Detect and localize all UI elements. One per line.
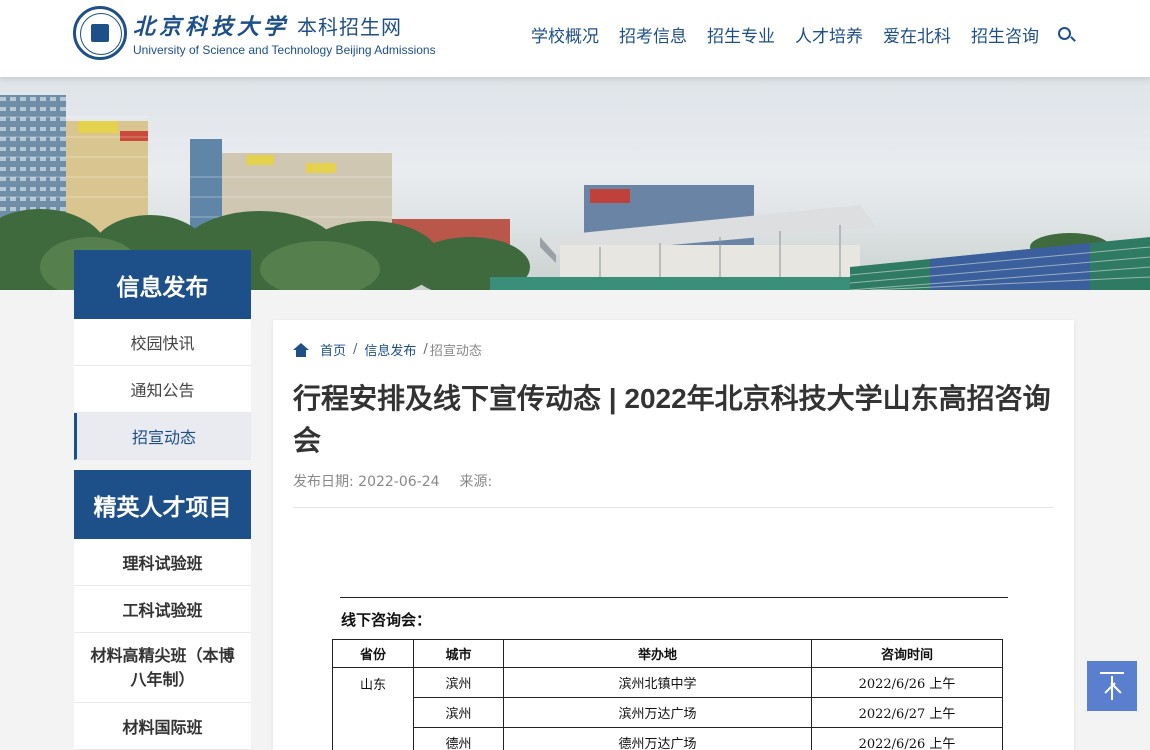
sidebar-item-notices[interactable]: 通知公告 bbox=[74, 366, 251, 413]
site-logo[interactable]: 北京科技大学 本科招生网 University of Science and T… bbox=[73, 6, 436, 60]
breadcrumb-separator: / bbox=[423, 342, 428, 357]
nav-item-campus-life[interactable]: 爱在北科 bbox=[883, 22, 951, 47]
sidebar-item-engineering-class[interactable]: 工科试验班 bbox=[74, 586, 251, 633]
breadcrumb-separator: / bbox=[353, 342, 358, 357]
table-row: 德州 德州万达广场 2022/6/26 上午 bbox=[333, 727, 1003, 750]
logo-text: 北京科技大学 本科招生网 University of Science and T… bbox=[133, 9, 436, 57]
cell-venue: 滨州北镇中学 bbox=[503, 667, 812, 698]
nav-item-about[interactable]: 学校概况 bbox=[531, 22, 599, 47]
column-header-province: 省份 bbox=[332, 639, 414, 668]
cell-time: 2022/6/26 上午 bbox=[811, 727, 1003, 750]
cell-time: 2022/6/26 上午 bbox=[811, 667, 1003, 698]
cell-venue: 德州万达广场 bbox=[503, 727, 812, 750]
university-seal-icon bbox=[73, 6, 127, 60]
article-card: 首页 / 信息发布 / 招宣动态 行程安排及线下宣传动态 | 2022年北京科技… bbox=[273, 320, 1074, 750]
back-to-top-button[interactable] bbox=[1087, 661, 1137, 711]
home-icon[interactable] bbox=[293, 342, 309, 357]
sidebar-item-recruitment-news[interactable]: 招宣动态 bbox=[74, 413, 251, 460]
table-header-row: 省份 城市 举办地 咨询时间 bbox=[332, 639, 1003, 668]
column-header-time: 咨询时间 bbox=[811, 639, 1003, 668]
nav-item-majors[interactable]: 招生专业 bbox=[707, 22, 775, 47]
document-rule bbox=[340, 597, 1008, 598]
logo-university-name: 北京科技大学 bbox=[133, 14, 290, 40]
nav-item-exam-info[interactable]: 招考信息 bbox=[619, 22, 687, 47]
sidebar-item-campus-news[interactable]: 校园快讯 bbox=[74, 319, 251, 366]
main-nav: 学校概况 招考信息 招生专业 人才培养 爱在北科 招生咨询 bbox=[531, 22, 1076, 47]
sidebar: 信息发布 校园快讯 通知公告 招宣动态 精英人才项目 理科试验班 工科试验班 材… bbox=[74, 250, 251, 750]
publish-date: 发布日期: 2022-06-24 bbox=[293, 474, 440, 490]
breadcrumb-section[interactable]: 信息发布 bbox=[364, 340, 416, 359]
nav-item-training[interactable]: 人才培养 bbox=[795, 22, 863, 47]
table-row: 山东 滨州 滨州北镇中学 2022/6/26 上午 bbox=[332, 667, 1003, 750]
sidebar-item-materials-elite-class[interactable]: 材料高精尖班（本博八年制） bbox=[74, 633, 251, 703]
divider bbox=[293, 507, 1054, 508]
cell-city: 滨州 bbox=[413, 697, 504, 728]
logo-site-name: 本科招生网 bbox=[297, 15, 403, 39]
sidebar-heading-news: 信息发布 bbox=[74, 250, 251, 319]
breadcrumb-current: 招宣动态 bbox=[429, 344, 482, 359]
site-header: 北京科技大学 本科招生网 University of Science and T… bbox=[0, 0, 1150, 77]
article-meta: 发布日期: 2022-06-24 来源: bbox=[293, 471, 492, 491]
breadcrumb: 首页 / 信息发布 / 招宣动态 bbox=[293, 340, 482, 359]
search-icon[interactable] bbox=[1057, 25, 1076, 45]
cell-city: 滨州 bbox=[413, 667, 504, 698]
article-source: 来源: bbox=[459, 474, 493, 490]
logo-english-name: University of Science and Technology Bei… bbox=[133, 43, 436, 57]
sidebar-item-materials-international-class[interactable]: 材料国际班 bbox=[74, 703, 251, 750]
table-row: 滨州 滨州万达广场 2022/6/27 上午 bbox=[333, 697, 1003, 728]
cell-city: 德州 bbox=[413, 727, 504, 750]
cell-venue: 滨州万达广场 bbox=[503, 697, 812, 728]
cell-time: 2022/6/27 上午 bbox=[811, 697, 1003, 728]
sidebar-item-science-class[interactable]: 理科试验班 bbox=[74, 539, 251, 586]
sidebar-heading-elite: 精英人才项目 bbox=[74, 470, 251, 539]
sidebar-section-elite: 精英人才项目 理科试验班 工科试验班 材料高精尖班（本博八年制） 材料国际班 bbox=[74, 470, 251, 750]
column-header-venue: 举办地 bbox=[503, 639, 812, 668]
consultation-table: 省份 城市 举办地 咨询时间 山东 滨州 滨州北镇中学 2022/6/26 上午… bbox=[332, 639, 1003, 750]
cell-province: 山东 bbox=[332, 667, 414, 750]
article-title: 行程安排及线下宣传动态 | 2022年北京科技大学山东高招咨询会 bbox=[293, 383, 1051, 456]
nav-item-consult[interactable]: 招生咨询 bbox=[971, 22, 1039, 47]
column-header-city: 城市 bbox=[413, 639, 504, 668]
sidebar-section-news: 信息发布 校园快讯 通知公告 招宣动态 bbox=[74, 250, 251, 460]
breadcrumb-home[interactable]: 首页 bbox=[320, 340, 346, 359]
offline-consultation-label: 线下咨询会： bbox=[341, 611, 432, 629]
